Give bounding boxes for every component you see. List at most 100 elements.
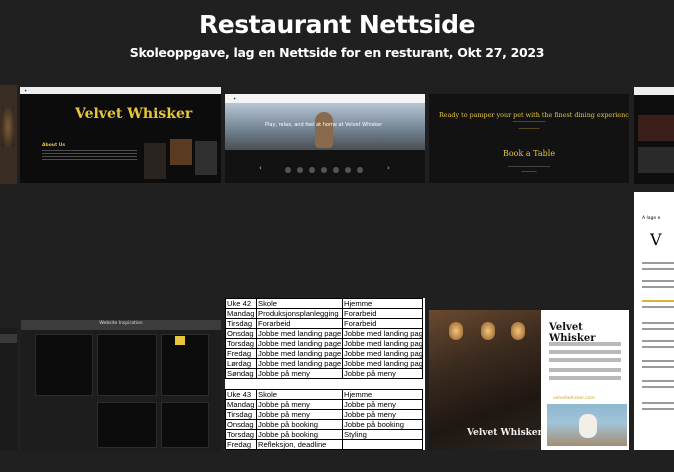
thumbnail-booking[interactable]: Ready to pamper your pet with the finest… [429,94,629,183]
table-cell: Forarbeid [342,308,423,319]
table-row: Onsdag Jobbe på booking Jobbe på booking [225,419,423,430]
lamp-graphic [481,322,495,340]
nav-logo: ✦ [24,88,28,93]
table-row: Fredag Refleksjon, deadline [225,439,423,450]
thumbnail-right-edge[interactable] [634,87,674,184]
thumbnail-landing-page[interactable]: ✦ Velvet Whisker About Us [20,87,221,183]
booking-subtext: ───────────────── [512,120,546,124]
table-cell: Hjemme [342,298,423,309]
table-cell: Produksjonsplanlegging [256,308,343,319]
site-nav-bar [634,87,674,95]
page-subtitle: Skoleoppgave, lag en Nettside for en res… [129,45,545,60]
doc-text-line [642,328,674,330]
about-us-heading: About Us [42,143,66,148]
site-nav-bar [20,87,221,94]
doc-highlight [642,300,674,302]
booking-footer-text: ────────────────────── [507,165,551,169]
table-cell: Jobbe på meny [342,409,423,420]
doc-text-line [642,386,674,388]
table-row: Mandag Produksjonsplanlegging Forarbeid [225,308,423,319]
doc-text-line [642,280,674,282]
photo-tile [170,139,192,165]
table-cell: Jobbe på booking [342,419,423,430]
photo-tile [638,147,674,173]
carousel-thumb[interactable] [321,167,327,173]
booking-social-links[interactable]: ──────── [439,170,619,174]
carousel-thumb[interactable] [285,167,291,173]
table-row: Søndag Jobbe på meny Jobbe på meny [225,368,423,379]
table-cell: Onsdag [225,419,257,430]
table-cell: Fredag [225,439,257,450]
photo-tile [638,115,674,141]
doc-text-line [642,268,674,270]
photo-tile [144,143,166,179]
thumbnail-dog-carousel[interactable]: ✦ Play, relax, and feel at home at Velve… [225,94,425,183]
table-cell: Forarbeid [342,318,423,329]
table-cell: Styling [342,429,423,440]
mockup-panel [161,334,209,396]
table-cell: Onsdag [225,328,257,339]
thumbnail-poster[interactable]: Velvet Whisker Velvet Whisker velvetwhis… [429,310,629,450]
thumbnail-website-inspiration[interactable]: Website Inspiration [21,320,221,452]
thumbnail-left-edge-2[interactable] [0,328,17,451]
table-cell: Forarbeid [256,318,343,329]
carousel-thumb[interactable] [309,167,315,173]
poster-url: velvetwhisker.com [553,396,595,401]
table-row: Fredag Jobbe med landing page Jobbe med la… [225,348,423,359]
table-row: Tirsdag Jobbe på meny Jobbe på meny [225,409,423,420]
table-cell: Jobbe på meny [342,368,423,379]
nav-logo: ✦ [233,96,237,101]
table-cell: Jobbe med landing page [256,328,343,339]
carousel-thumb[interactable] [345,167,351,173]
poster-brand: Velvet Whisker [549,322,596,344]
accent-swatch [175,336,185,345]
doc-text-line [642,346,674,348]
doc-text-line [642,408,674,410]
table-cell: Skole [256,298,343,309]
schedule-table: Uke 42 Skole Hjemme Mandag Produksjonsplanle… [225,298,423,450]
table-cell: Mandag [225,399,257,410]
thumbnail-left-edge[interactable] [0,85,17,184]
table-row: Tirsdag Forarbeid Forarbeid [225,318,423,329]
doc-text-line [642,340,674,342]
about-text-block [42,150,137,160]
doc-text-line [642,360,674,362]
mockup-panel [161,402,209,448]
doc-text-line [642,286,674,288]
carousel-thumb[interactable] [333,167,339,173]
mockup-caption: Website Inspiration [99,321,143,326]
carousel-thumb[interactable] [357,167,363,173]
doc-text-line [642,366,674,368]
table-cell: Torsdag [225,429,257,440]
carousel-thumb[interactable] [297,167,303,173]
thumbnail-schedule-table[interactable]: Uke 42 Skole Hjemme Mandag Produksjonsplanle… [225,298,425,450]
table-cell: Uke 43 [225,389,257,400]
schedule-header-row: Uke 42 Skole Hjemme [225,298,423,309]
doc-text-line [642,402,674,404]
table-cell: Jobbe på meny [256,409,343,420]
dog-figure [315,112,333,148]
table-cell: Fredag [225,348,257,359]
carousel-next-icon[interactable]: › [387,164,390,172]
doc-heading: A lage e [642,216,661,221]
table-cell: Jobbe med landing page [256,338,343,349]
table-row: Lørdag Jobbe med landing page Jobbe med la… [225,358,423,369]
doc-text-line [642,262,674,264]
table-cell: Tirsdag [225,318,257,329]
table-row: Torsdag Jobbe på booking Styling [225,429,423,440]
poster-text-line [549,368,621,372]
book-table-button[interactable]: Book a Table [439,149,619,158]
table-cell: Jobbe på meny [342,399,423,410]
carousel-prev-icon[interactable]: ‹ [259,164,262,172]
table-cell: Jobbe på booking [256,419,343,430]
thumbnail-document[interactable]: A lage e V [634,192,674,450]
table-row: Onsdag Jobbe med landing page Jobbe med la… [225,328,423,339]
doc-text-line [642,322,674,324]
mockup-panel [97,402,157,448]
dog-figure [579,414,597,438]
table-cell: Torsdag [225,338,257,349]
table-cell: Jobbe på booking [256,429,343,440]
booking-contact: ─────────── [518,127,540,131]
doc-text-line [642,306,674,308]
table-cell: Hjemme [342,389,423,400]
